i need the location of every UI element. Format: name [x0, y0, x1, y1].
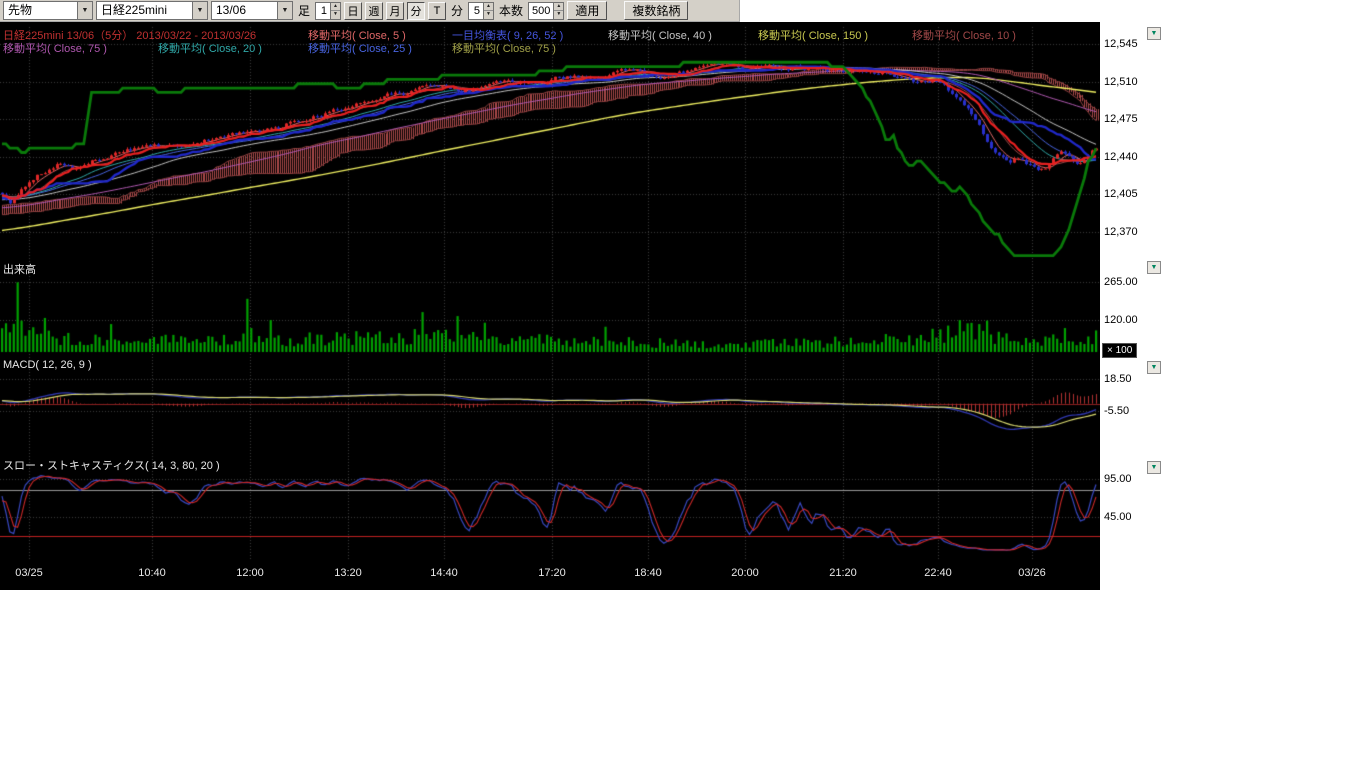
legend-item: 移動平均( Close, 10 ) — [912, 27, 1016, 43]
chevron-down-icon[interactable]: ▼ — [192, 2, 207, 19]
period-minute-button[interactable]: 分 — [407, 2, 425, 20]
chevron-down-icon: ▼ — [1151, 364, 1158, 371]
interval-value: 1 — [316, 3, 330, 19]
volume-unit-badge: × 100 — [1102, 343, 1137, 358]
symbol-value: 日経225mini — [97, 2, 192, 19]
contract-month-select[interactable]: 13/06 ▼ — [211, 1, 293, 20]
axis-tick-label: 12,405 — [1104, 188, 1138, 200]
axis-tick-label: 18.50 — [1104, 373, 1132, 385]
time-tick-label: 18:40 — [634, 567, 662, 579]
main-pane-scroll-button[interactable]: ▼ — [1147, 27, 1161, 40]
legend-item: 移動平均( Close, 75 ) — [3, 40, 107, 56]
period-tick-button[interactable]: T — [428, 2, 446, 20]
time-tick-label: 13:20 — [334, 567, 362, 579]
toolbar: 先物 ▼ 日経225mini ▼ 13/06 ▼ 足 1 ▲▼ 日 週 月 分 … — [0, 0, 740, 22]
spin-down-icon[interactable]: ▼ — [484, 11, 493, 19]
chevron-down-icon[interactable]: ▼ — [277, 2, 292, 19]
macd-pane-label: MACD( 12, 26, 9 ) — [3, 359, 92, 371]
volume-pane-label: 出来高 — [3, 261, 36, 277]
legend-item: 移動平均( Close, 40 ) — [608, 27, 712, 43]
interval-stepper[interactable]: 1 ▲▼ — [315, 2, 341, 20]
spinner-arrows[interactable]: ▲▼ — [330, 3, 340, 19]
minute-stepper[interactable]: 5 ▲▼ — [468, 2, 494, 20]
legend-item: 移動平均( Close, 25 ) — [308, 40, 412, 56]
legend-item: 移動平均( Close, 20 ) — [158, 40, 262, 56]
axis-tick-label: 12,545 — [1104, 38, 1138, 50]
spinner-arrows[interactable]: ▲▼ — [483, 3, 493, 19]
minute-label: 分 — [449, 2, 465, 19]
legend-item: 移動平均( Close, 75 ) — [452, 40, 556, 56]
spinner-arrows[interactable]: ▲▼ — [553, 3, 563, 19]
period-week-button[interactable]: 週 — [365, 2, 383, 20]
chart-area: 日経225mini 13/06（5分） 2013/03/22 - 2013/03… — [0, 22, 1366, 590]
bars-value: 500 — [529, 3, 553, 19]
contract-month-value: 13/06 — [212, 2, 277, 19]
time-tick-label: 21:20 — [829, 567, 857, 579]
multi-symbol-button[interactable]: 複数銘柄 — [624, 1, 688, 20]
period-month-button[interactable]: 月 — [386, 2, 404, 20]
instrument-type-select[interactable]: 先物 ▼ — [3, 1, 93, 20]
spin-down-icon[interactable]: ▼ — [554, 11, 563, 19]
time-tick-label: 17:20 — [538, 567, 566, 579]
chevron-down-icon: ▼ — [1151, 264, 1158, 271]
axis-tick-label: 12,440 — [1104, 151, 1138, 163]
period-day-button[interactable]: 日 — [344, 2, 362, 20]
minute-value: 5 — [469, 3, 483, 19]
stoch-pane-label: スロー・ストキャスティクス( 14, 3, 80, 20 ) — [3, 457, 220, 473]
ashi-label: 足 — [296, 2, 312, 19]
time-tick-label: 22:40 — [924, 567, 952, 579]
axis-tick-label: 95.00 — [1104, 473, 1132, 485]
axis-tick-label: 12,510 — [1104, 76, 1138, 88]
time-tick-label: 14:40 — [430, 567, 458, 579]
time-tick-label: 10:40 — [138, 567, 166, 579]
axis-tick-label: -5.50 — [1104, 405, 1129, 417]
time-tick-label: 12:00 — [236, 567, 264, 579]
legend-item: 移動平均( Close, 150 ) — [758, 27, 868, 43]
stoch-pane-scroll-button[interactable]: ▼ — [1147, 461, 1161, 474]
spin-down-icon[interactable]: ▼ — [331, 11, 340, 19]
macd-pane-scroll-button[interactable]: ▼ — [1147, 361, 1161, 374]
spin-up-icon[interactable]: ▲ — [554, 3, 563, 12]
time-tick-label: 03/25 — [15, 567, 43, 579]
axis-tick-label: 12,475 — [1104, 113, 1138, 125]
time-tick-label: 20:00 — [731, 567, 759, 579]
volume-pane-scroll-button[interactable]: ▼ — [1147, 261, 1161, 274]
chevron-down-icon: ▼ — [1151, 30, 1158, 37]
axis-tick-label: 12,370 — [1104, 226, 1138, 238]
chevron-down-icon: ▼ — [1151, 464, 1158, 471]
bars-label: 本数 — [497, 2, 525, 19]
chart-canvas[interactable] — [0, 22, 1100, 590]
axis-tick-label: 45.00 — [1104, 511, 1132, 523]
symbol-select[interactable]: 日経225mini ▼ — [96, 1, 208, 20]
time-tick-label: 03/26 — [1018, 567, 1046, 579]
instrument-type-value: 先物 — [4, 2, 77, 19]
spin-up-icon[interactable]: ▲ — [484, 3, 493, 12]
spin-up-icon[interactable]: ▲ — [331, 3, 340, 12]
axis-tick-label: 120.00 — [1104, 314, 1138, 326]
chevron-down-icon[interactable]: ▼ — [77, 2, 92, 19]
apply-button[interactable]: 適用 — [567, 1, 607, 20]
axis-tick-label: 265.00 — [1104, 276, 1138, 288]
bars-stepper[interactable]: 500 ▲▼ — [528, 2, 564, 20]
